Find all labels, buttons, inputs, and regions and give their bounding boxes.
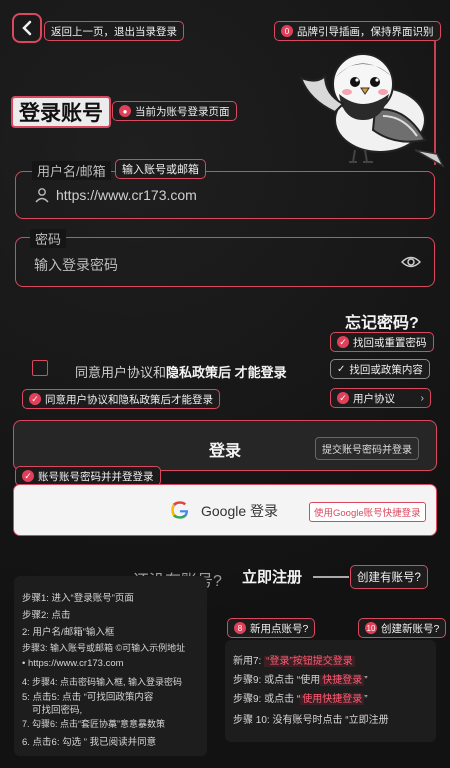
bird-illustration bbox=[299, 53, 445, 168]
register-link[interactable]: 立即注册 bbox=[242, 566, 302, 587]
check-icon: ✓ bbox=[22, 470, 34, 482]
create-account-annotation: 10 创建新账号? bbox=[358, 618, 447, 638]
right-step-line: 步骤9: 或点击 “使用快捷登录” bbox=[233, 694, 368, 705]
forgot-annotation-2: ✓ 找回或政策内容 bbox=[330, 359, 430, 379]
password-label: 密码 bbox=[30, 229, 67, 248]
user-agreement-tag[interactable]: ✓ 用户协议 › bbox=[330, 388, 431, 408]
username-value: https://www.cr173.com bbox=[56, 187, 197, 203]
login-label: 登录 bbox=[209, 443, 242, 460]
agreement-text[interactable]: 同意用户协议和隐私政策后 才能登录 bbox=[75, 362, 287, 381]
step-line: 可找回密码, bbox=[32, 705, 83, 716]
eye-icon[interactable] bbox=[401, 254, 421, 270]
right-step-line: 新用7: “登录”按钮提交登录 bbox=[233, 656, 355, 667]
password-placeholder: 输入登录密码 bbox=[34, 257, 118, 273]
forgot-password-link[interactable]: 忘记密码? bbox=[345, 309, 419, 333]
connector-line bbox=[313, 576, 349, 578]
agreement-checkbox[interactable] bbox=[32, 360, 48, 376]
step-line: 2: 用户名/邮箱”输入框 bbox=[22, 627, 115, 638]
steps-panel-right: 新用7: “登录”按钮提交登录 步骤9: 或点击 “使用 快捷登录” 步骤9: 或… bbox=[225, 640, 436, 742]
step-line: 步骤3: 输入账号或邮箱 ©可输入示例地址 bbox=[22, 643, 186, 653]
google-label: Google 登录 bbox=[201, 503, 279, 519]
login-button[interactable]: 登录 提交账号密码并登录 bbox=[13, 420, 437, 471]
register-annotation: 创建有账号? bbox=[350, 565, 428, 589]
forgot-annotation-1: ✓ 找回或重置密码 bbox=[330, 332, 434, 352]
brand-annotation: 0 品牌引导插画，保持界面识别 bbox=[274, 21, 441, 41]
new-user-annotation: 8 新用点账号? bbox=[227, 618, 316, 638]
check-icon: ✓ bbox=[337, 363, 346, 375]
check-icon: ✓ bbox=[29, 393, 41, 405]
annotation-number: 0 bbox=[281, 25, 293, 37]
step-line: 6. 点击6: 勾选 ” 我已阅读并同意 bbox=[22, 737, 157, 748]
right-step-line: 步骤 10: 没有账号时点击 “立即注册 bbox=[233, 715, 389, 726]
step-line: 步骤2: 点击 bbox=[22, 610, 71, 621]
steps-panel-left: 步骤1: 进入“登录账号”页面 步骤2: 点击 2: 用户名/邮箱”输入框 步骤… bbox=[14, 576, 207, 756]
title-annotation: ● 当前为账号登录页面 bbox=[112, 101, 237, 121]
step-line: • https://www.cr173.com bbox=[22, 658, 124, 669]
username-label: 用户名/邮箱 bbox=[32, 161, 111, 180]
login-annotation: ✓ 账号账号密码并并登登录 bbox=[15, 466, 161, 486]
back-annotation: 返回上一页，退出当录登录 bbox=[44, 21, 184, 41]
step-line: 7. 勾骤6: 点击“套匠协藁”意意暴数策 bbox=[22, 719, 166, 729]
password-field[interactable]: 输入登录密码 bbox=[15, 237, 435, 287]
username-annotation: 输入账号或邮箱 bbox=[115, 159, 206, 179]
chevron-right-icon: › bbox=[420, 392, 425, 404]
agreement-annotation: ✓ 同意用户协议和隐私政策后才能登录 bbox=[22, 389, 220, 409]
login-inline-tag: 提交账号密码并登录 bbox=[315, 437, 419, 460]
user-icon bbox=[35, 188, 49, 203]
right-step-line: 步骤9: 或点击 “使用快捷登录” bbox=[233, 675, 368, 686]
step-line: 步骤1: 进入“登录账号”页面 bbox=[22, 593, 134, 604]
page-title: 登录账号 bbox=[11, 96, 111, 128]
google-login-button[interactable]: Google 登录 使用Google账号快捷登录 bbox=[13, 484, 437, 536]
annotation-dot: ● bbox=[119, 105, 131, 117]
check-icon: ✓ bbox=[337, 392, 349, 404]
back-button[interactable] bbox=[12, 13, 42, 43]
step-line: 4: 步骤4: 点击密码输入框, 输入登录密码 bbox=[22, 677, 183, 687]
check-icon: ✓ bbox=[337, 336, 349, 348]
google-tag: 使用Google账号快捷登录 bbox=[309, 502, 426, 522]
chevron-left-icon bbox=[22, 20, 32, 36]
step-line: 5: 点击5: 点击 “可找回政策内容 bbox=[22, 692, 154, 703]
google-icon bbox=[171, 501, 189, 519]
